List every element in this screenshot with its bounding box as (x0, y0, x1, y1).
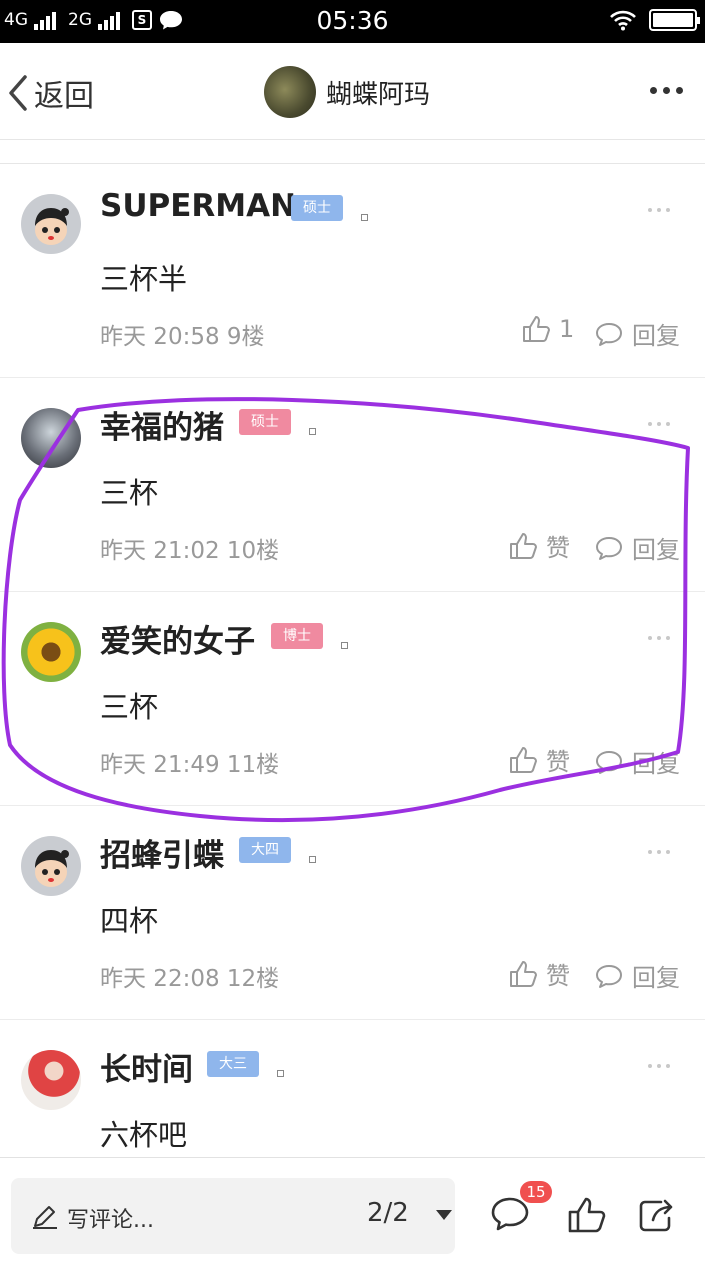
status-mark (309, 428, 316, 435)
back-label: 返回 (34, 79, 94, 114)
username[interactable]: 长时间 (100, 1044, 193, 1089)
reply-label: 回复 (632, 750, 680, 778)
speech-bubble-icon (596, 964, 622, 988)
more-options-icon[interactable] (650, 87, 683, 94)
avatar[interactable] (21, 622, 81, 682)
floor-number: 12楼 (226, 966, 280, 992)
username[interactable]: 招蜂引蝶 (100, 830, 224, 875)
thumbs-up-icon (510, 532, 537, 559)
reply-label: 回复 (632, 322, 680, 350)
level-badge: 硕士 (291, 195, 343, 221)
comment-item: 长时间 大三 六杯吧 (0, 1020, 705, 1157)
thumbs-up-icon (510, 746, 537, 773)
author-avatar[interactable] (264, 66, 316, 118)
comment-item: SUPERMAN 硕士 三杯半 昨天 20:58 9楼 1 回复 (0, 164, 705, 378)
level-badge: 大三 (207, 1051, 259, 1077)
level-badge: 硕士 (239, 409, 291, 435)
reply-button[interactable]: 回复 (594, 744, 680, 779)
battery-icon (649, 9, 700, 31)
page-title: 蝴蝶阿玛 (326, 79, 431, 110)
floor-number: 10楼 (226, 538, 280, 564)
caret-down-icon[interactable] (436, 1210, 452, 1220)
like-button[interactable]: 赞 (508, 742, 570, 777)
comment-meta: 昨天 21:02 10楼 (100, 531, 279, 565)
share-icon[interactable] (637, 1196, 677, 1234)
comment-time: 昨天 21:02 (100, 538, 220, 564)
comment-time: 昨天 21:49 (100, 752, 220, 778)
comment-meta: 昨天 20:58 9楼 (100, 317, 265, 351)
nav-bar: 返回 蝴蝶阿玛 (0, 43, 705, 140)
avatar[interactable] (21, 1050, 81, 1110)
thumbs-up-icon[interactable] (567, 1196, 607, 1234)
comment-content: 四杯 (100, 904, 159, 938)
comment-more-icon[interactable] (648, 1064, 670, 1068)
speech-bubble-icon (596, 322, 622, 346)
status-mark (309, 856, 316, 863)
speech-bubble-icon (596, 750, 622, 774)
comment-input[interactable]: 写评论... 2/2 (11, 1178, 455, 1254)
floor-number: 9楼 (226, 324, 265, 350)
comment-meta: 昨天 22:08 12楼 (100, 959, 279, 993)
like-button[interactable]: 赞 (508, 956, 570, 991)
username[interactable]: SUPERMAN (100, 188, 296, 224)
comment-item: 爱笑的女子 博士 三杯 昨天 21:49 11楼 赞 回复 (0, 592, 705, 806)
comment-content: 三杯 (100, 690, 159, 724)
reply-label: 回复 (632, 964, 680, 992)
username[interactable]: 爱笑的女子 (100, 616, 255, 661)
wifi-icon (610, 10, 636, 31)
avatar[interactable] (21, 408, 81, 468)
speech-bubble-icon (596, 536, 622, 560)
bottom-bar: 写评论... 2/2 (0, 1157, 705, 1269)
like-button[interactable]: 赞 (508, 528, 570, 563)
comment-content: 三杯 (100, 476, 159, 510)
post-author[interactable]: 蝴蝶阿玛 (264, 66, 430, 118)
like-label: 赞 (546, 962, 570, 990)
like-label: 赞 (546, 534, 570, 562)
back-button[interactable]: 返回 (8, 71, 94, 115)
clock: 05:36 (316, 6, 389, 35)
pencil-icon (33, 1206, 57, 1229)
like-button[interactable]: 1 (521, 314, 574, 344)
thumbs-up-icon (523, 316, 550, 342)
comment-placeholder: 写评论... (67, 1208, 154, 1233)
status-mark (341, 642, 348, 649)
level-badge: 博士 (271, 623, 323, 649)
status-mark (361, 214, 368, 221)
page-selector[interactable]: 2/2 (367, 1198, 409, 1228)
comment-more-icon[interactable] (648, 422, 670, 426)
chevron-left-icon (9, 75, 27, 111)
comment-meta: 昨天 21:49 11楼 (100, 745, 279, 779)
comment-more-icon[interactable] (648, 208, 670, 212)
comment-time: 昨天 20:58 (100, 324, 220, 350)
comment-more-icon[interactable] (648, 850, 670, 854)
floor-number: 11楼 (226, 752, 280, 778)
status-bar: 4G 2G S 05:36 (0, 0, 705, 43)
comment-time: 昨天 22:08 (100, 966, 220, 992)
comment-content: 六杯吧 (100, 1118, 188, 1152)
status-mark (277, 1070, 284, 1077)
avatar[interactable] (21, 836, 81, 896)
level-badge: 大四 (239, 837, 291, 863)
comment-item: 招蜂引蝶 大四 四杯 昨天 22:08 12楼 赞 回复 (0, 806, 705, 1020)
username[interactable]: 幸福的猪 (100, 402, 224, 447)
comment-item: 幸福的猪 硕士 三杯 昨天 21:02 10楼 赞 回复 (0, 378, 705, 592)
thumbs-up-icon (510, 960, 537, 987)
comment-count-badge: 15 (520, 1181, 552, 1203)
reply-button[interactable]: 回复 (594, 958, 680, 993)
reply-button[interactable]: 回复 (594, 316, 680, 351)
comment-content: 三杯半 (100, 262, 188, 296)
like-label: 赞 (546, 748, 570, 776)
comments-icon[interactable] (490, 1196, 530, 1232)
status-right (609, 9, 700, 31)
comment-more-icon[interactable] (648, 636, 670, 640)
reply-label: 回复 (632, 536, 680, 564)
avatar[interactable] (21, 194, 81, 254)
like-label: 1 (559, 315, 575, 343)
reply-button[interactable]: 回复 (594, 530, 680, 565)
